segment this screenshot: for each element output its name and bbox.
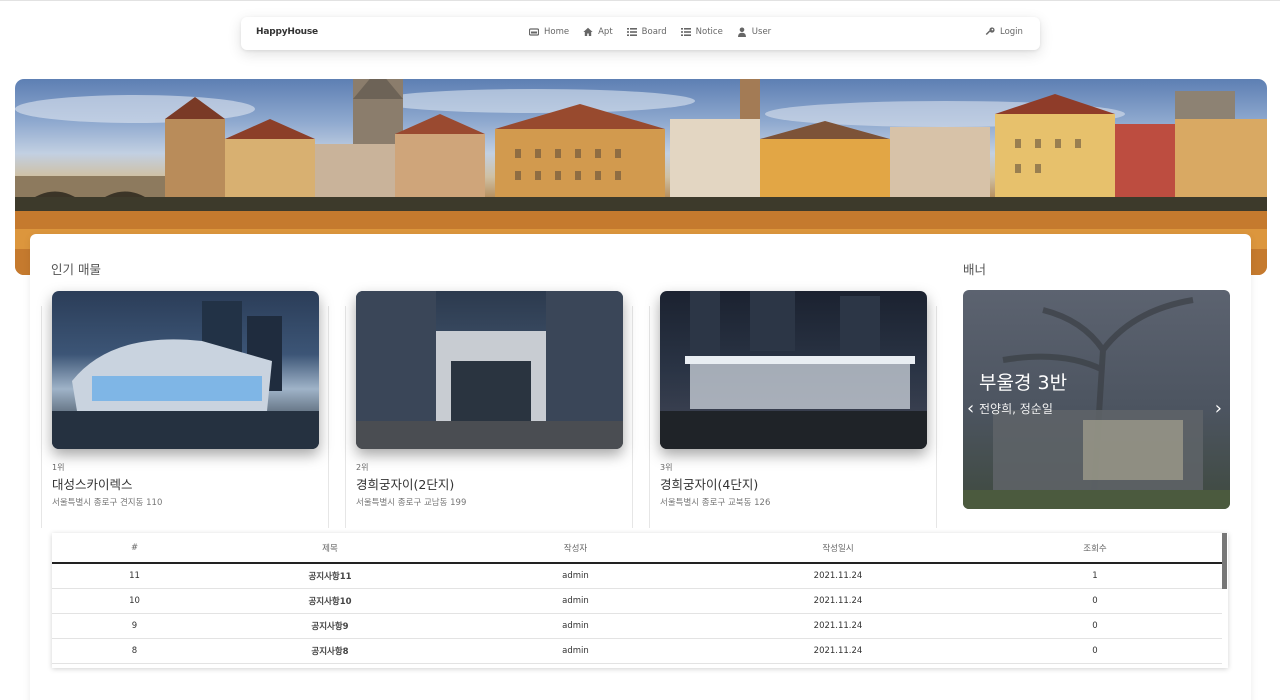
property-building-illustration [52, 301, 319, 449]
property-building-illustration [660, 291, 927, 449]
column-header-views: 조회수 [968, 533, 1222, 564]
property-image[interactable] [52, 291, 319, 449]
cell-views: 1 [968, 563, 1222, 589]
property-rank: 2위 [356, 463, 369, 472]
login-label: Login [1000, 27, 1023, 37]
cell-writer: admin [443, 588, 708, 614]
nav-apt-label: Apt [598, 27, 613, 37]
table-row[interactable]: 8 공지사항8 admin 2021.11.24 0 [52, 638, 1222, 664]
property-rank: 3위 [660, 463, 673, 472]
banner-slide-title: 부울경 3반 [979, 372, 1068, 394]
nav-home-label: Home [544, 27, 570, 37]
table-header-row: # 제목 작성자 작성일시 조회수 [52, 533, 1222, 564]
banner-section-title: 배너 [963, 262, 987, 277]
cell-date: 2021.11.24 [708, 588, 968, 614]
nav-notice-label: Notice [695, 27, 723, 37]
nav-notice[interactable]: Notice [680, 27, 723, 37]
carousel-next-icon[interactable]: › [1215, 398, 1222, 419]
user-icon [737, 27, 746, 37]
nav-board-label: Board [641, 27, 667, 37]
brand-logo[interactable]: HappyHouse [256, 27, 318, 37]
property-name[interactable]: 경희궁자이(4단지) [660, 474, 758, 493]
top-border [0, 0, 1280, 1]
nav-board[interactable]: Board [626, 27, 667, 37]
list-icon [626, 28, 637, 36]
property-rank: 1위 [52, 463, 65, 472]
cell-views: 0 [968, 638, 1222, 664]
column-header-date: 작성일시 [708, 533, 968, 564]
property-image[interactable] [356, 291, 623, 449]
column-header-number: # [52, 533, 217, 564]
navbar: HappyHouse Home Apt Board Notice User Lo… [241, 17, 1040, 50]
cell-date: 2021.11.24 [708, 613, 968, 639]
popular-section-title: 인기 매물 [51, 262, 101, 277]
cell-number: 8 [52, 638, 217, 664]
house-icon [583, 27, 593, 36]
banner-slide-subtitle: 전양희, 정순일 [979, 402, 1053, 416]
table-row[interactable]: 11 공지사항11 admin 2021.11.24 1 [52, 563, 1222, 589]
column-header-writer: 작성자 [443, 533, 708, 564]
cell-views: 0 [968, 613, 1222, 639]
property-building-illustration [356, 291, 623, 449]
property-name[interactable]: 대성스카이렉스 [52, 474, 133, 493]
cell-title[interactable]: 공지사항8 [217, 638, 443, 664]
nav-menu: Home Apt Board Notice User [529, 27, 771, 37]
cell-title[interactable]: 공지사항11 [217, 563, 443, 589]
cell-number: 11 [52, 563, 217, 589]
key-icon [985, 27, 995, 36]
cell-date: 2021.11.24 [708, 638, 968, 664]
cell-number: 9 [52, 613, 217, 639]
property-address: 서울특별시 종로구 교남동 199 [356, 498, 467, 508]
property-image[interactable] [660, 291, 927, 449]
cell-number: 10 [52, 588, 217, 614]
cell-writer: admin [443, 638, 708, 664]
cell-date: 2021.11.24 [708, 563, 968, 589]
property-address: 서울특별시 종로구 견지동 110 [52, 498, 163, 508]
cell-writer: admin [443, 563, 708, 589]
cell-views: 0 [968, 588, 1222, 614]
nav-home[interactable]: Home [529, 27, 569, 37]
column-header-title: 제목 [217, 533, 443, 564]
login-link[interactable]: Login [985, 27, 1023, 37]
notice-table: # 제목 작성자 작성일시 조회수 11 공지사항11 admin 2021.1… [52, 533, 1228, 668]
carousel-prev-icon[interactable]: ‹ [967, 398, 974, 419]
nav-apt[interactable]: Apt [583, 27, 613, 37]
cell-title[interactable]: 공지사항9 [217, 613, 443, 639]
nav-user-label: User [751, 27, 772, 37]
banner-carousel[interactable]: 부울경 3반 전양희, 정순일 ‹ › [963, 290, 1230, 509]
cell-writer: admin [443, 613, 708, 639]
list-icon [680, 28, 691, 36]
table-row[interactable]: 10 공지사항10 admin 2021.11.24 0 [52, 588, 1222, 614]
table-scrollbar[interactable] [1222, 533, 1227, 589]
cell-title[interactable]: 공지사항10 [217, 588, 443, 614]
home-icon [529, 28, 539, 36]
property-name[interactable]: 경희궁자이(2단지) [356, 474, 454, 493]
property-address: 서울특별시 종로구 교북동 126 [660, 498, 771, 508]
nav-user[interactable]: User [737, 27, 771, 37]
table-row[interactable]: 9 공지사항9 admin 2021.11.24 0 [52, 613, 1222, 639]
